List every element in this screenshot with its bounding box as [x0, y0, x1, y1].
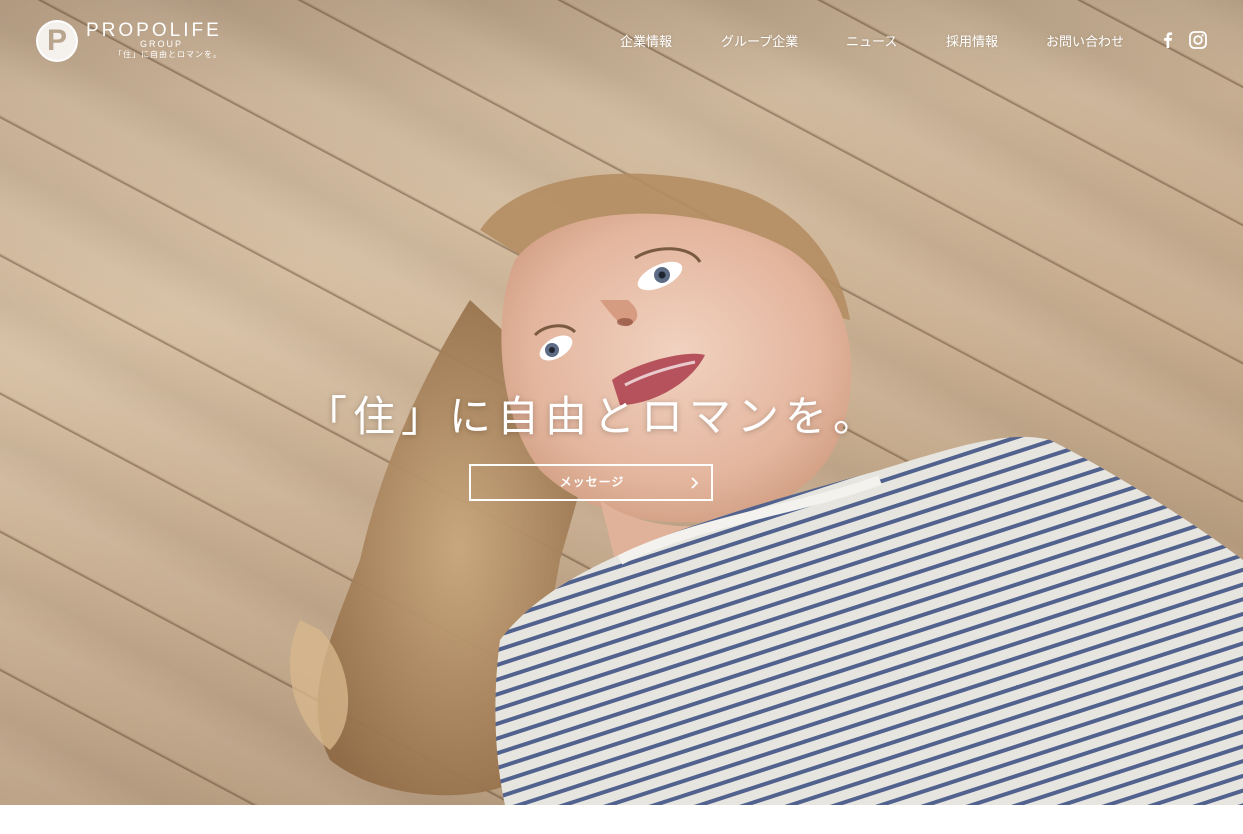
message-button[interactable]: メッセージ — [469, 464, 713, 501]
nav-item-recruit[interactable]: 採用情報 — [946, 31, 998, 50]
nav-item-contact[interactable]: お問い合わせ — [1046, 31, 1124, 50]
logo-group: GROUP — [140, 39, 184, 49]
facebook-icon[interactable] — [1158, 30, 1178, 50]
chevron-right-icon — [691, 477, 699, 489]
brand-logo[interactable]: P PROPOLIFE GROUP 「住」に自由とロマンを。 — [36, 20, 246, 62]
instagram-icon[interactable] — [1188, 30, 1208, 50]
hero-headline: 「住」に自由とロマンを。 — [304, 392, 881, 441]
nav-item-news[interactable]: ニュース — [846, 31, 897, 50]
nav-item-group-companies[interactable]: グループ企業 — [721, 31, 798, 50]
nav-item-company[interactable]: 企業情報 — [620, 31, 672, 50]
logo-mark-icon: P — [36, 20, 78, 62]
logo-tagline: 「住」に自由とロマンを。 — [114, 50, 222, 59]
logo-mark-letter: P — [46, 24, 67, 57]
message-button-label: メッセージ — [559, 475, 625, 489]
